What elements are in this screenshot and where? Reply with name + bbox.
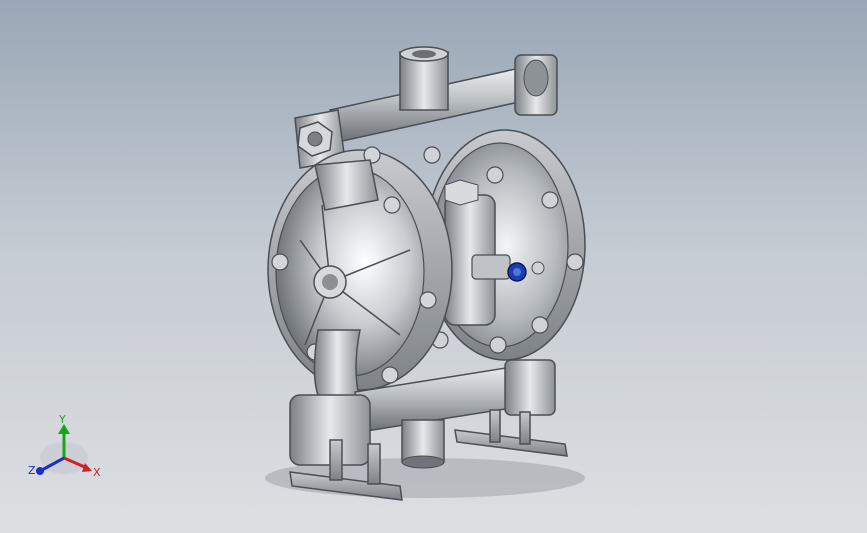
front-diaphragm-chamber[interactable] (267, 146, 453, 401)
axis-triad: Y X Z (28, 413, 101, 479)
y-axis-label: Y (58, 413, 66, 426)
z-axis-label: Z (28, 464, 36, 477)
pump-model[interactable] (0, 0, 867, 533)
3d-viewport[interactable]: Y X Z (0, 0, 867, 533)
x-axis-label: X (93, 466, 101, 479)
